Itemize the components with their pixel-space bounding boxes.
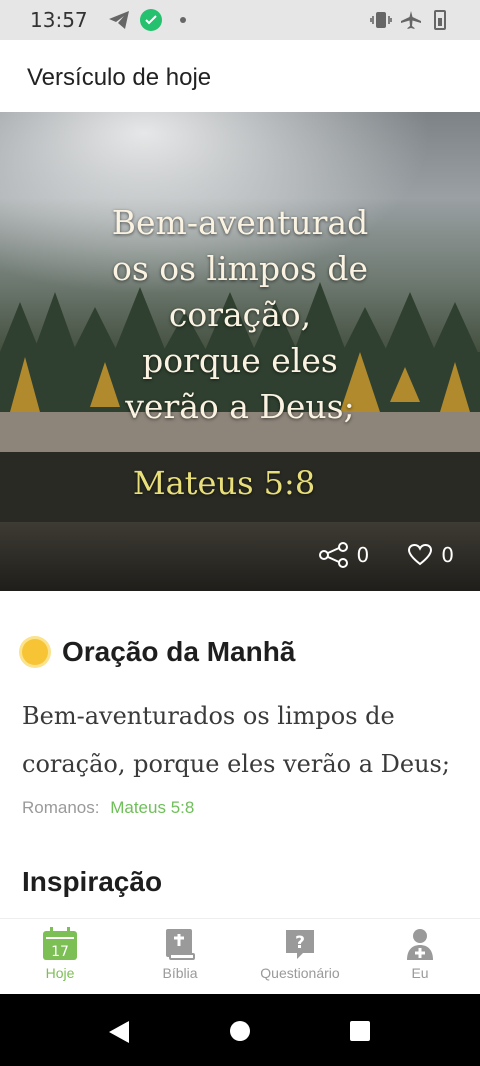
system-nav-bar [0,994,480,1066]
nav-label: Questionário [260,965,340,981]
svg-text:?: ? [295,933,305,953]
source-reference-link[interactable]: Mateus 5:8 [110,798,194,817]
back-icon[interactable] [107,1020,131,1044]
nav-label: Eu [411,965,429,981]
telegram-icon [109,11,129,29]
bottom-nav: 17 Hoje Bíblia ? Questionário Eu [0,918,480,995]
verse-line: Bem-aventurad [111,203,369,242]
question-icon: ? [286,930,314,959]
share-count: 0 [356,543,370,567]
verse-line: coração, [168,295,312,334]
nav-item-eu[interactable]: Eu [360,919,480,995]
inspiration-title: Inspiração [22,866,163,897]
sun-icon [22,639,48,665]
source-label: Romanos: [22,798,100,817]
section-title: Oração da Manhã [62,636,296,667]
status-bar: 13:57 [0,0,480,40]
home-icon[interactable] [229,1020,251,1042]
heart-icon [408,543,433,566]
share-button[interactable]: 0 [318,542,370,568]
airplane-mode-icon [401,11,421,29]
vibrate-icon [370,12,392,28]
morning-prayer-header: Oração da Manhã [22,636,295,668]
verse-text: Bem-aventurad os os limpos de coração, p… [40,200,440,430]
nav-item-questionario[interactable]: ? Questionário [240,919,360,995]
notification-dot-icon [180,17,186,23]
app-header: Versículo de hoje [0,40,480,112]
nav-item-hoje[interactable]: 17 Hoje [0,919,120,995]
like-count: 0 [441,543,454,567]
calendar-icon: 17 [43,927,77,960]
nav-label: Bíblia [162,965,198,981]
prayer-text: Bem-aventurados os limpos de coração, po… [22,702,450,778]
verse-line: verão a Deus; [125,387,355,426]
calendar-day: 17 [51,944,69,960]
whatsapp-icon [140,9,162,31]
page-title: Versículo de hoje [27,64,212,91]
verse-line: os os limpos de [111,249,369,288]
like-button[interactable]: 0 [407,543,454,567]
recents-icon[interactable] [349,1020,371,1042]
battery-icon [434,10,446,30]
verse-actions: 0 0 [281,542,454,568]
prayer-source: Romanos: Mateus 5:8 [22,798,194,818]
bible-icon [166,929,195,960]
nav-item-biblia[interactable]: Bíblia [120,919,240,995]
share-icon [318,542,348,568]
verse-line: porque eles [142,341,338,380]
verse-image-card[interactable]: Bem-aventurad os os limpos de coração, p… [0,112,480,591]
status-time: 13:57 [30,8,88,32]
verse-reference: Mateus 5:8 [132,464,316,502]
profile-icon [407,929,433,960]
nav-label: Hoje [45,965,75,981]
